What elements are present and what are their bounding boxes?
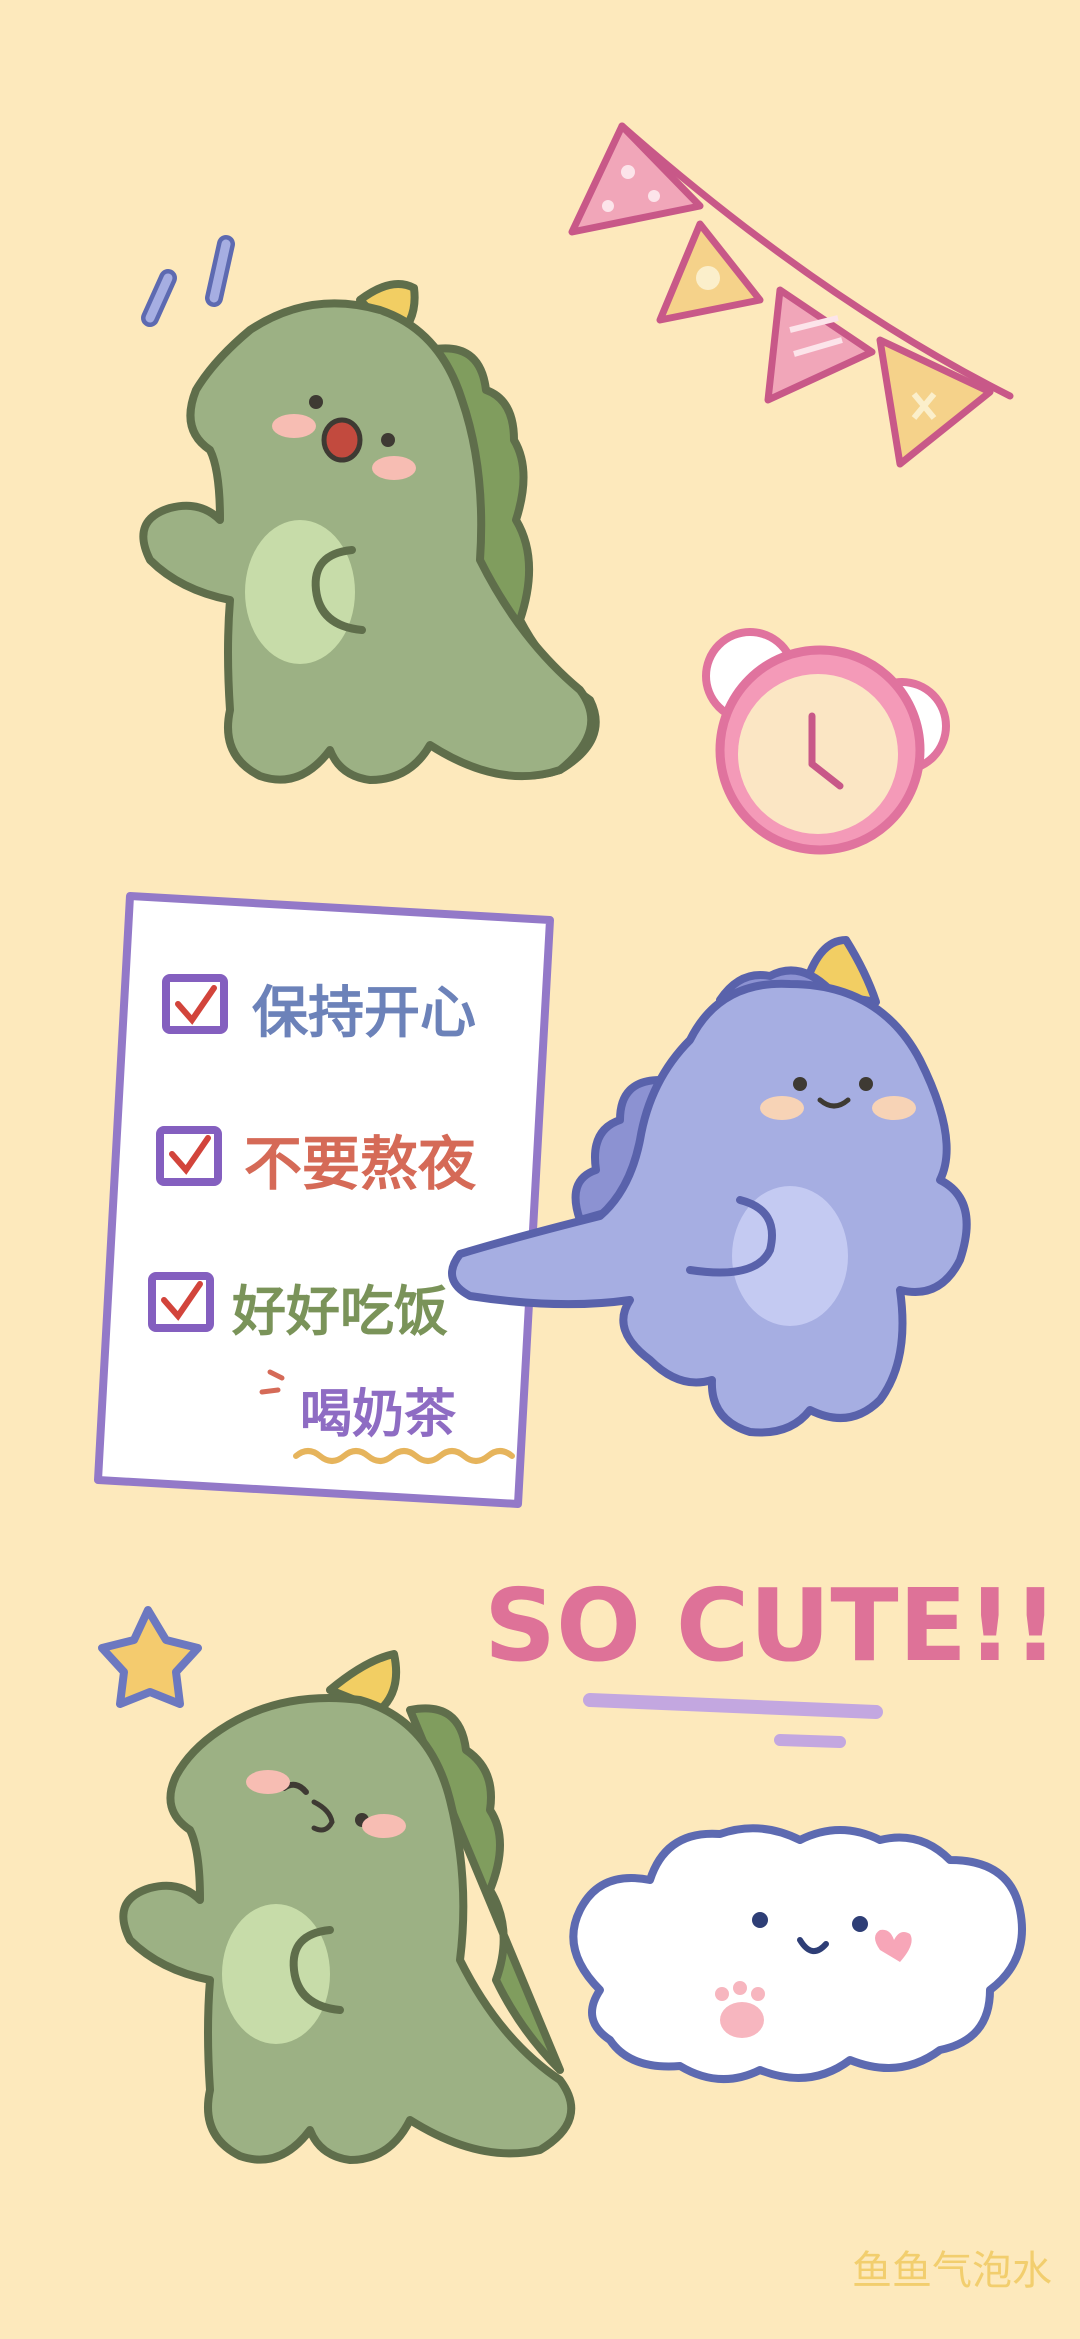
bunting-flags bbox=[568, 122, 1014, 468]
cloud-face-icon bbox=[569, 1824, 1026, 2083]
checkbox-2 bbox=[156, 1126, 222, 1186]
illustration: 保持开心 不要熬夜 好好吃饭 喝奶茶 SO CUTE!! 鱼鱼气泡水 bbox=[94, 122, 1058, 2294]
watermark-text: 鱼鱼气泡水 bbox=[852, 2248, 1052, 2294]
green-dinosaur-surprised bbox=[139, 280, 600, 784]
checkbox-3 bbox=[148, 1272, 214, 1332]
checklist-item-1: 保持开心 bbox=[252, 981, 476, 1046]
alarm-clock-icon bbox=[702, 628, 950, 855]
slogan: SO CUTE!! bbox=[484, 1567, 1058, 1748]
checklist-extra-item: 喝奶茶 bbox=[300, 1385, 457, 1445]
wallpaper: 保持开心 不要熬夜 好好吃饭 喝奶茶 SO CUTE!! 鱼鱼气泡水 bbox=[0, 0, 1080, 2339]
checklist-item-2: 不要熬夜 bbox=[244, 1130, 477, 1198]
checklist-note: 保持开心 不要熬夜 好好吃饭 喝奶茶 bbox=[94, 892, 554, 1508]
green-dinosaur-winking bbox=[119, 1650, 576, 2164]
star-icon bbox=[98, 1606, 202, 1708]
slogan-text: SO CUTE!! bbox=[484, 1567, 1058, 1684]
checkbox-1 bbox=[162, 974, 228, 1034]
excitement-marks bbox=[141, 235, 235, 327]
checklist-item-3: 好好吃饭 bbox=[231, 1280, 448, 1343]
